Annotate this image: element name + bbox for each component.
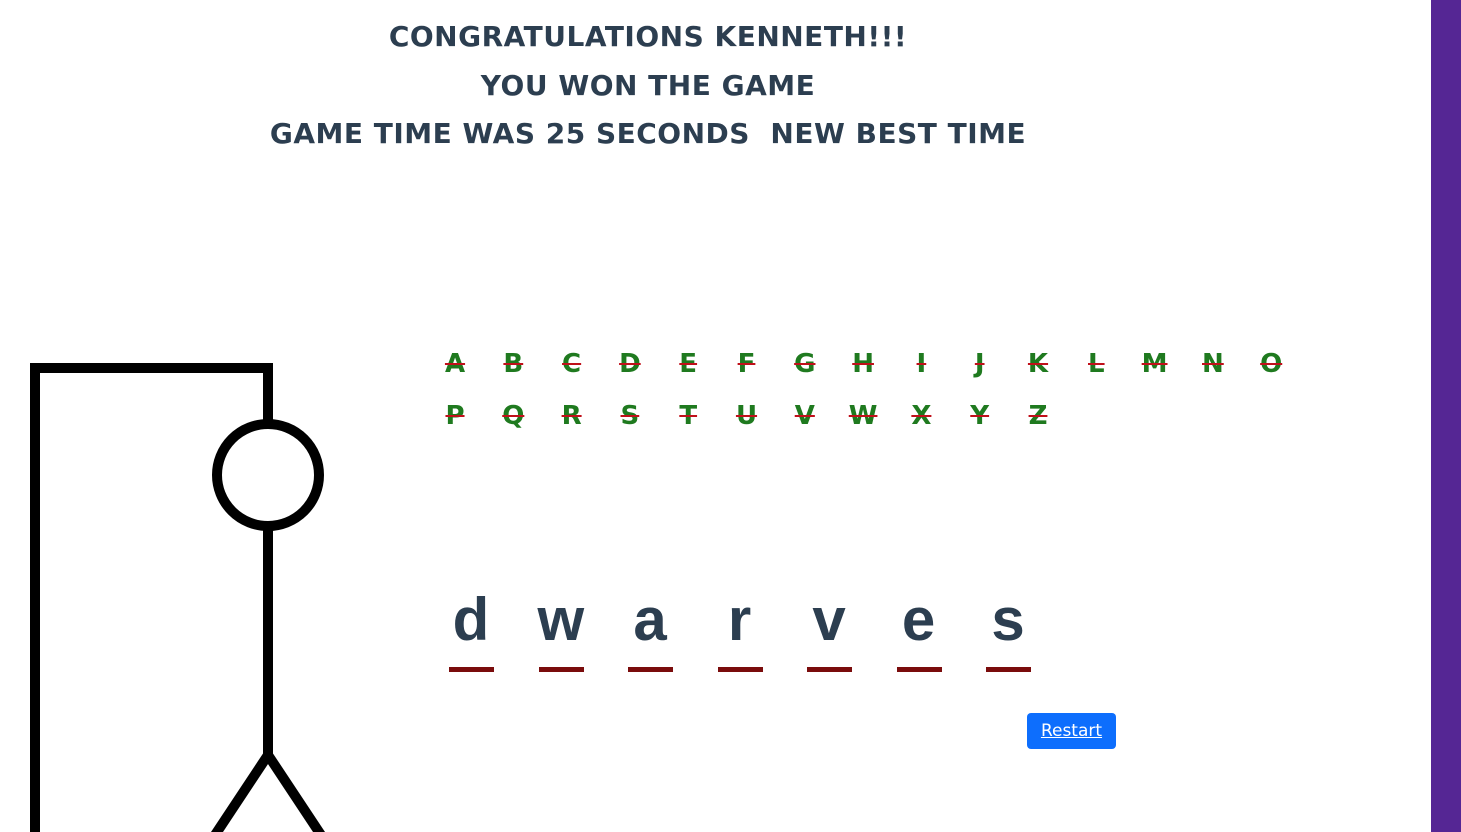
letter-key-d[interactable]: D: [605, 342, 655, 386]
letter-key-e[interactable]: E: [663, 342, 713, 386]
letter-key-h[interactable]: H: [838, 342, 888, 386]
word-letter: v: [812, 586, 846, 653]
letter-key-m[interactable]: M: [1130, 342, 1180, 386]
hangman-drawing: [30, 363, 326, 832]
letter-key-k[interactable]: K: [1013, 342, 1063, 386]
letter-key-w[interactable]: W: [838, 394, 888, 438]
letter-key-b[interactable]: B: [488, 342, 538, 386]
word-letter: d: [452, 586, 490, 653]
restart-button[interactable]: Restart: [1027, 713, 1116, 749]
letter-underline: [538, 667, 584, 672]
letter-key-c[interactable]: C: [547, 342, 597, 386]
letter-key-u[interactable]: U: [722, 394, 772, 438]
letter-underline: [896, 667, 942, 672]
letter-key-t[interactable]: T: [663, 394, 713, 438]
hangman-right-leg: [263, 752, 326, 832]
letter-underline: [628, 667, 673, 672]
letter-underline: [986, 667, 1031, 672]
letter-key-j[interactable]: J: [955, 342, 1005, 386]
letter-key-g[interactable]: G: [780, 342, 830, 386]
letter-key-o[interactable]: O: [1246, 342, 1296, 386]
letter-key-f[interactable]: F: [722, 342, 772, 386]
letter-key-n[interactable]: N: [1188, 342, 1238, 386]
letter-key-y[interactable]: Y: [955, 394, 1005, 438]
word-letter: r: [727, 586, 752, 653]
letter-key-a[interactable]: A: [430, 342, 480, 386]
hangman-left-leg: [210, 752, 273, 832]
letter-key-l[interactable]: L: [1071, 342, 1121, 386]
word-letter: a: [633, 586, 667, 653]
side-bar: [1431, 0, 1461, 832]
letter-key-v[interactable]: V: [780, 394, 830, 438]
letter-underline: [449, 667, 494, 672]
letter-key-q[interactable]: Q: [488, 394, 538, 438]
game-time-message: GAME TIME WAS 25 SECONDS NEW BEST TIME: [269, 117, 1027, 150]
hangman-head: [212, 419, 324, 531]
win-message: YOU WON THE GAME: [480, 69, 816, 102]
letter-key-i[interactable]: I: [896, 342, 946, 386]
letter-key-x[interactable]: X: [896, 394, 946, 438]
word-letter: s: [991, 586, 1025, 653]
word-letter: w: [537, 586, 585, 653]
word-letter: e: [901, 586, 936, 653]
letter-key-z[interactable]: Z: [1013, 394, 1063, 438]
letter-key-r[interactable]: R: [547, 394, 597, 438]
letter-underline: [807, 667, 852, 672]
letter-underline: [717, 667, 763, 672]
letter-key-s[interactable]: S: [605, 394, 655, 438]
letter-key-p[interactable]: P: [430, 394, 480, 438]
congratulations-message: CONGRATULATIONS KENNETH!!!: [388, 20, 908, 53]
